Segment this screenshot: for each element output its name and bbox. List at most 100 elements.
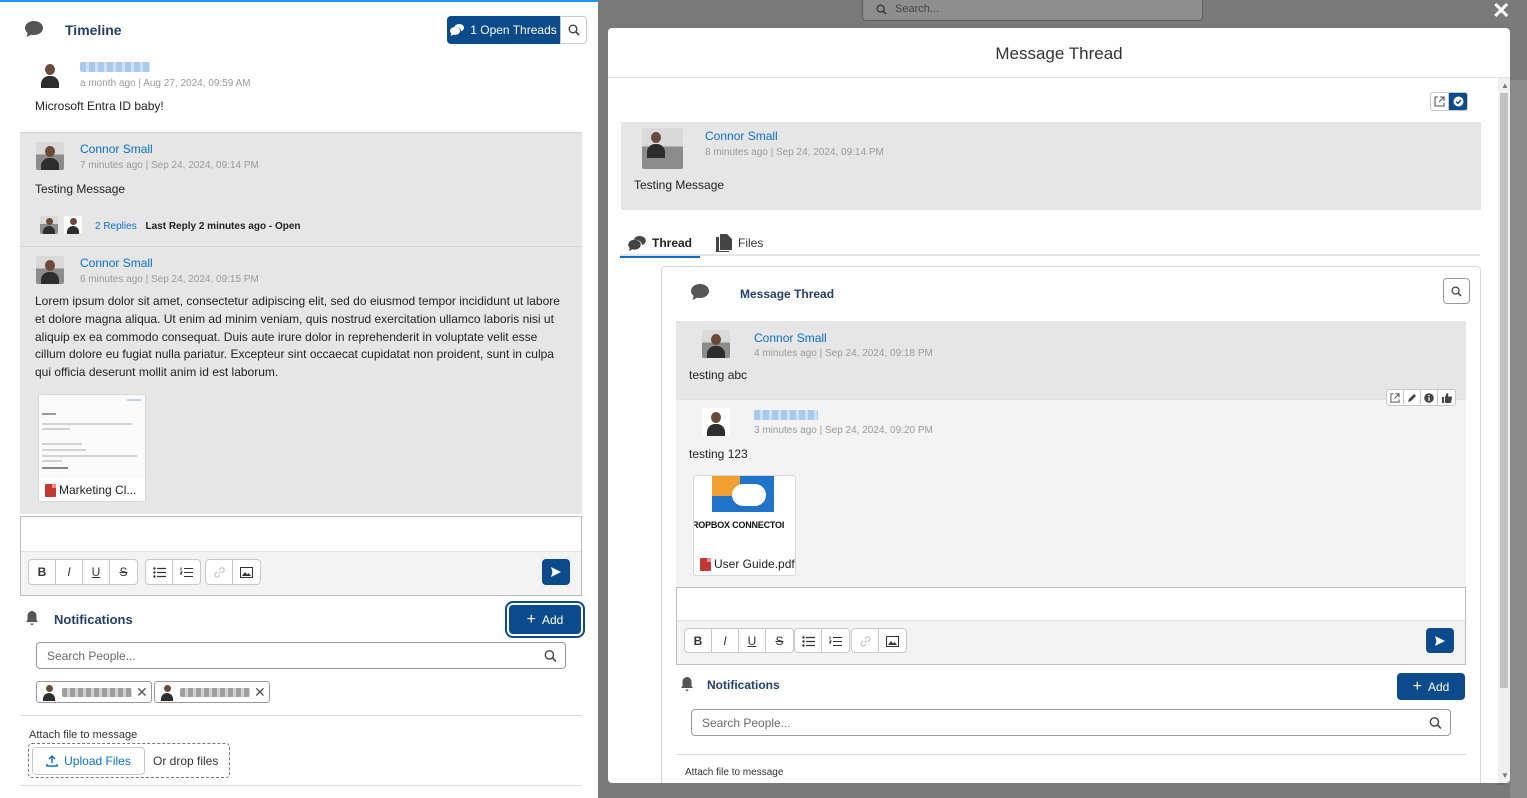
avatar bbox=[702, 330, 730, 358]
underline-button[interactable]: U bbox=[739, 629, 766, 652]
attachment-preview bbox=[39, 395, 145, 479]
remove-recipient-icon[interactable]: ✕ bbox=[136, 684, 148, 701]
remove-recipient-icon[interactable]: ✕ bbox=[254, 684, 266, 701]
attachment-name: User Guide.pdf bbox=[714, 557, 795, 571]
strikethrough-button[interactable]: S bbox=[110, 560, 137, 584]
format-group: B I U S bbox=[684, 628, 794, 653]
like-button[interactable] bbox=[1438, 390, 1455, 405]
add-notification-button[interactable]: + Add bbox=[1397, 673, 1465, 700]
scroll-down-icon[interactable]: ▼ bbox=[1501, 771, 1509, 780]
notifications-title: Notifications bbox=[707, 678, 780, 692]
timeline-panel: Timeline 1 Open Threads a month ago | Au… bbox=[0, 0, 598, 798]
bold-button[interactable]: B bbox=[685, 629, 712, 652]
resolve-thread-button[interactable] bbox=[1449, 93, 1467, 110]
bullet-list-button[interactable] bbox=[795, 629, 822, 652]
link-button[interactable] bbox=[206, 560, 233, 584]
timeline-search-button[interactable] bbox=[560, 16, 587, 44]
info-icon bbox=[1424, 392, 1434, 403]
recipient-pill[interactable]: ✕ bbox=[154, 681, 270, 703]
author-name[interactable]: Connor Small bbox=[754, 331, 827, 345]
search-people-field[interactable] bbox=[36, 642, 566, 669]
attachment-card[interactable]: Marketing Cl... bbox=[38, 394, 146, 502]
post-meta: 4 minutes ago | Sep 24, 2024, 09:18 PM bbox=[754, 348, 933, 359]
numbered-list-button[interactable] bbox=[822, 629, 849, 652]
search-people-input[interactable] bbox=[47, 643, 496, 668]
author-name-redacted[interactable] bbox=[80, 62, 150, 72]
bell-icon bbox=[681, 677, 693, 691]
image-icon bbox=[886, 635, 899, 647]
edit-button[interactable] bbox=[1404, 390, 1421, 405]
link-icon bbox=[859, 635, 871, 647]
attach-label: Attach file to message bbox=[29, 729, 138, 741]
thread-tabs: Thread Files bbox=[620, 230, 1480, 258]
bold-button[interactable]: B bbox=[29, 560, 56, 584]
send-button[interactable] bbox=[542, 559, 570, 585]
italic-button[interactable]: I bbox=[56, 560, 83, 584]
numbered-list-button[interactable] bbox=[173, 560, 200, 584]
link-button[interactable] bbox=[852, 629, 879, 652]
search-people-field[interactable] bbox=[691, 709, 1451, 736]
attachment-preview: ROPBOX CONNECTOI bbox=[694, 476, 795, 536]
plus-icon: + bbox=[1412, 677, 1422, 695]
search-icon bbox=[1429, 716, 1442, 729]
scroll-up-icon[interactable]: ▲ bbox=[1501, 81, 1509, 90]
global-search-field[interactable]: Search... bbox=[862, 0, 1203, 21]
attachment-name: Marketing Cl... bbox=[59, 483, 137, 497]
open-external-button[interactable] bbox=[1387, 390, 1404, 405]
open-external-button[interactable] bbox=[1431, 93, 1449, 110]
open-threads-button[interactable]: 1 Open Threads bbox=[447, 16, 560, 44]
tab-files[interactable]: Files bbox=[716, 230, 763, 256]
send-icon bbox=[1435, 635, 1445, 646]
author-name[interactable]: Connor Small bbox=[80, 142, 153, 156]
timeline-header: Timeline 1 Open Threads bbox=[0, 2, 598, 50]
modal-scrollbar[interactable]: ▲ ▼ bbox=[1498, 78, 1510, 783]
thread-card: Message Thread Connor Small 4 minutes ag… bbox=[661, 266, 1481, 783]
tab-thread[interactable]: Thread bbox=[620, 230, 701, 258]
close-modal-icon[interactable]: ✕ bbox=[1492, 0, 1510, 24]
post-body: testing abc bbox=[689, 368, 748, 382]
recipient-avatar bbox=[158, 683, 176, 701]
author-name[interactable]: Connor Small bbox=[80, 256, 153, 270]
file-dropzone[interactable]: Upload Files Or drop files bbox=[28, 743, 230, 778]
bullet-list-icon bbox=[152, 566, 166, 578]
editor-toolbar: B I U S bbox=[677, 620, 1465, 664]
send-button[interactable] bbox=[1426, 628, 1454, 653]
thumbs-up-icon bbox=[1441, 392, 1452, 403]
bullet-list-button[interactable] bbox=[146, 560, 173, 584]
search-people-input[interactable] bbox=[702, 710, 1347, 735]
italic-button[interactable]: I bbox=[712, 629, 739, 652]
underline-button[interactable]: U bbox=[83, 560, 110, 584]
scroll-thumb[interactable] bbox=[1500, 93, 1508, 688]
author-name[interactable]: Connor Small bbox=[705, 129, 778, 143]
message-editor[interactable]: B I U S bbox=[20, 516, 582, 596]
image-button[interactable] bbox=[233, 560, 260, 584]
link-icon bbox=[213, 566, 225, 578]
add-notification-button[interactable]: + Add bbox=[509, 605, 581, 634]
reply-avatar bbox=[40, 216, 58, 234]
thread-search-button[interactable] bbox=[1443, 278, 1470, 304]
attachment-label: Marketing Cl... bbox=[45, 483, 136, 497]
bell-icon bbox=[26, 611, 38, 625]
post-body: Testing Message bbox=[634, 178, 725, 192]
tab-thread-label: Thread bbox=[652, 236, 693, 250]
upload-files-button[interactable]: Upload Files bbox=[32, 747, 145, 775]
format-group: B I U S bbox=[28, 559, 138, 585]
info-button[interactable] bbox=[1421, 390, 1438, 405]
divider bbox=[20, 785, 582, 786]
attachment-card[interactable]: ROPBOX CONNECTOI User Guide.pdf bbox=[693, 475, 796, 576]
files-icon bbox=[716, 234, 732, 252]
recipient-pill[interactable]: ✕ bbox=[36, 681, 152, 703]
recipient-name-redacted bbox=[180, 687, 250, 697]
author-name-redacted[interactable] bbox=[754, 410, 818, 420]
send-icon bbox=[551, 567, 561, 577]
divider bbox=[676, 754, 1466, 755]
image-button[interactable] bbox=[879, 629, 906, 652]
message-thread-modal: Message Thread Connor Small 8 minutes ag… bbox=[608, 28, 1510, 783]
post-body: Testing Message bbox=[35, 182, 126, 196]
replies-link[interactable]: 2 Replies bbox=[95, 221, 137, 232]
strikethrough-button[interactable]: S bbox=[766, 629, 793, 652]
modal-title: Message Thread bbox=[995, 44, 1123, 63]
recipient-name-redacted bbox=[62, 687, 132, 697]
search-icon bbox=[1451, 285, 1462, 297]
reply-editor[interactable]: B I U S bbox=[676, 587, 1466, 665]
